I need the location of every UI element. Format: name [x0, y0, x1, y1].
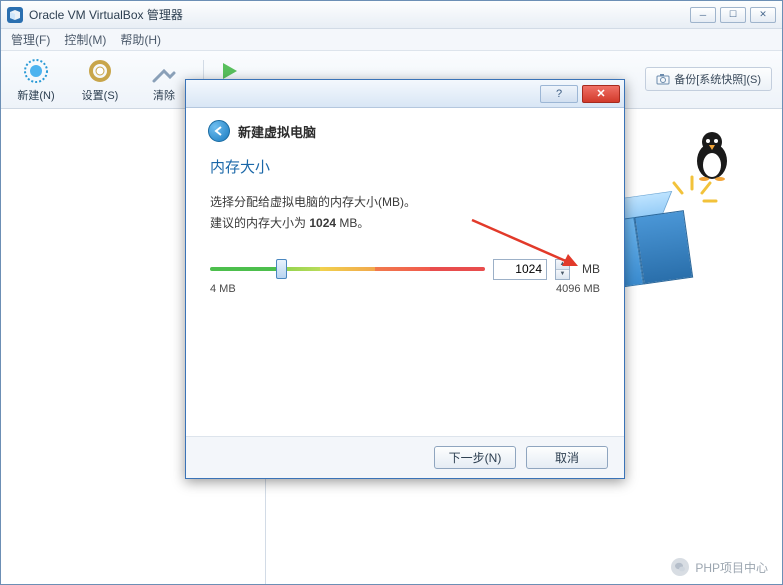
window-titlebar: Oracle VM VirtualBox 管理器 ─ ☐ ✕	[1, 1, 782, 29]
spin-up[interactable]: ▲	[556, 260, 569, 270]
menu-bar: 管理(F) 控制(M) 帮助(H)	[1, 29, 782, 51]
toolbar-clear-label: 清除	[153, 87, 175, 103]
virtualbox-app-icon	[7, 7, 23, 23]
dialog-header: 新建虚拟电脑	[238, 122, 316, 141]
snapshot-button[interactable]: 备份[系统快照](S)	[645, 67, 772, 91]
recommend-prefix: 建议的内存大小为	[210, 216, 309, 230]
recommend-value: 1024	[309, 216, 336, 230]
slider-min-label: 4 MB	[210, 283, 236, 295]
watermark: PHP项目中心	[671, 558, 768, 576]
spin-down[interactable]: ▼	[556, 270, 569, 279]
next-button[interactable]: 下一步(N)	[434, 446, 516, 469]
dialog-help-button[interactable]: ?	[540, 85, 578, 103]
gear-icon	[86, 57, 114, 85]
create-vm-dialog: ? ✕ 新建虚拟电脑 内存大小 选择分配给虚拟电脑的内存大小(MB)。 建议的内…	[185, 79, 625, 479]
dialog-back-button[interactable]	[208, 120, 230, 142]
toolbar-settings-label: 设置(S)	[82, 87, 119, 103]
memory-recommendation: 建议的内存大小为 1024 MB。	[210, 214, 600, 231]
toolbar-new-label: 新建(N)	[17, 87, 54, 103]
dialog-footer: 下一步(N) 取消	[186, 436, 624, 478]
memory-description: 选择分配给虚拟电脑的内存大小(MB)。	[210, 193, 600, 210]
slider-thumb[interactable]	[276, 259, 287, 279]
close-button[interactable]: ✕	[750, 7, 776, 23]
wechat-icon	[671, 558, 689, 576]
toolbar-settings[interactable]: 设置(S)	[71, 53, 129, 107]
recommend-suffix: MB。	[336, 216, 369, 230]
new-icon	[22, 57, 50, 85]
memory-slider[interactable]	[210, 257, 485, 281]
virtualbox-manager-window: Oracle VM VirtualBox 管理器 ─ ☐ ✕ 管理(F) 控制(…	[0, 0, 783, 585]
menu-manage[interactable]: 管理(F)	[11, 31, 50, 48]
toolbar-new[interactable]: 新建(N)	[7, 53, 65, 107]
slider-max-label: 4096 MB	[556, 283, 600, 295]
dialog-close-button[interactable]: ✕	[582, 85, 620, 103]
window-title: Oracle VM VirtualBox 管理器	[29, 6, 183, 23]
clear-icon	[150, 57, 178, 85]
memory-spinner[interactable]: ▲ ▼	[555, 259, 570, 280]
memory-value-input[interactable]	[493, 259, 547, 280]
penguin-icon	[690, 129, 734, 181]
minimize-button[interactable]: ─	[690, 7, 716, 23]
cancel-button[interactable]: 取消	[526, 446, 608, 469]
menu-help[interactable]: 帮助(H)	[120, 31, 161, 48]
snapshot-label: 备份[系统快照](S)	[674, 71, 761, 87]
arrow-left-icon	[213, 125, 225, 137]
maximize-button[interactable]: ☐	[720, 7, 746, 23]
dialog-titlebar: ? ✕	[186, 80, 624, 108]
menu-control[interactable]: 控制(M)	[64, 31, 106, 48]
camera-icon	[656, 72, 670, 86]
memory-section-title: 内存大小	[210, 156, 600, 177]
memory-unit: MB	[582, 262, 600, 276]
watermark-text: PHP项目中心	[695, 559, 768, 576]
